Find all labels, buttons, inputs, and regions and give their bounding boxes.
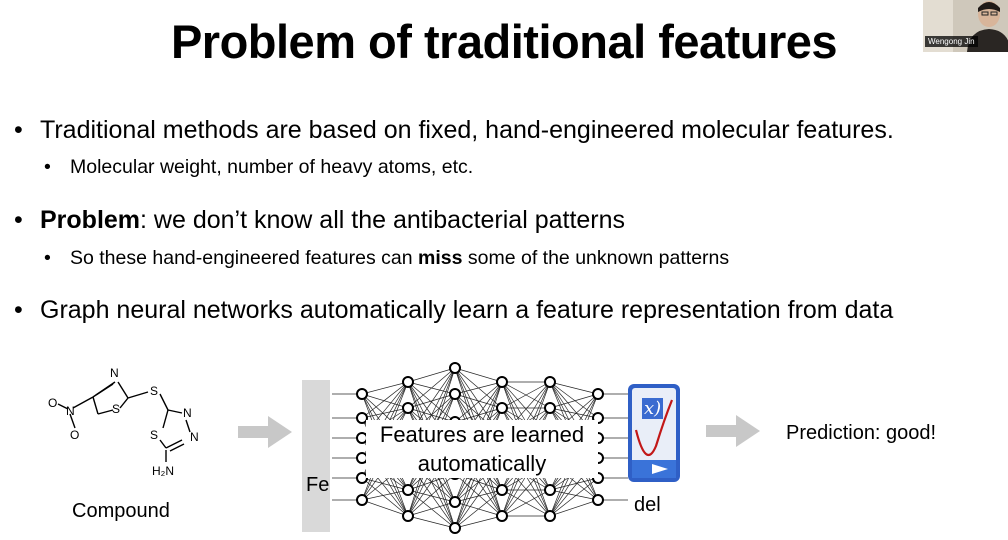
network-node [544, 484, 556, 496]
network-node [402, 484, 414, 496]
feature-panel [302, 380, 330, 532]
model-formula-partial: x) [642, 398, 664, 419]
network-node [356, 388, 368, 400]
subbullet-dot: • [44, 156, 51, 178]
prediction-label: Prediction: good! [786, 422, 937, 444]
atom-o2: O [70, 428, 80, 442]
bullet-2-bold: Problem [40, 206, 141, 234]
network-node [592, 494, 604, 506]
network-node [402, 376, 414, 388]
slide-title: Problem of traditional features [170, 15, 838, 68]
network-node [496, 510, 508, 522]
atom-s3: S [150, 428, 159, 442]
bullet-dot: • [14, 296, 23, 324]
learned-features-caption: Features are learned automatically [366, 420, 598, 478]
atom-n3: N [190, 430, 199, 444]
network-node [449, 496, 461, 508]
caption-line-2: automatically [417, 451, 547, 476]
network-node [496, 376, 508, 388]
subbullet-2-post: some of the unknown patterns [462, 247, 730, 269]
bullet-1-text: Traditional methods are based on fixed, … [40, 116, 894, 144]
bullet-3-text: Graph neural networks automatically lear… [40, 296, 894, 324]
network-node [592, 388, 604, 400]
subbullet-2-bold: miss [418, 247, 463, 269]
network-node [544, 376, 556, 388]
molecule-structure [57, 381, 191, 462]
network-node [449, 522, 461, 534]
atom-n4: N [66, 404, 75, 418]
bullet-dot: • [14, 116, 23, 144]
network-node [449, 388, 461, 400]
bullet-2-rest: : we don’t know all the antibacterial pa… [140, 206, 626, 234]
arrow-2 [706, 415, 760, 447]
atom-n2: N [183, 406, 192, 420]
compound-label: Compound [72, 500, 170, 522]
network-node [496, 402, 508, 414]
webcam-thumbnail: Wengong Jin [923, 0, 1008, 52]
network-node [402, 402, 414, 414]
network-node [544, 402, 556, 414]
bullet-dot: • [14, 206, 23, 234]
subbullet-1-text: Molecular weight, number of heavy atoms,… [70, 156, 474, 178]
presenter-name: Wengong Jin [925, 36, 978, 47]
network-node [496, 484, 508, 496]
network-node [449, 362, 461, 374]
subbullet-2-text: So these hand-engineered features can mi… [70, 247, 729, 270]
model-label-partial: del [634, 494, 661, 516]
atom-n1: N [110, 366, 119, 380]
caption-line-1: Features are learned [379, 422, 585, 447]
arrow-1 [238, 416, 292, 448]
bullet-2-text: Problem: we don’t know all the antibacte… [40, 206, 625, 235]
network-node [356, 494, 368, 506]
slide: Problem of traditional features • Tradit… [0, 0, 1008, 540]
network-node [402, 510, 414, 522]
atom-o1: O [48, 396, 58, 410]
subbullet-2-pre: So these hand-engineered features can [70, 247, 419, 269]
atom-nh2: H₂N [152, 464, 174, 478]
atom-s2: S [150, 384, 159, 398]
network-node [544, 510, 556, 522]
feature-label-partial: Fe [306, 474, 330, 496]
atom-s1: S [112, 402, 121, 416]
subbullet-dot: • [44, 247, 51, 269]
